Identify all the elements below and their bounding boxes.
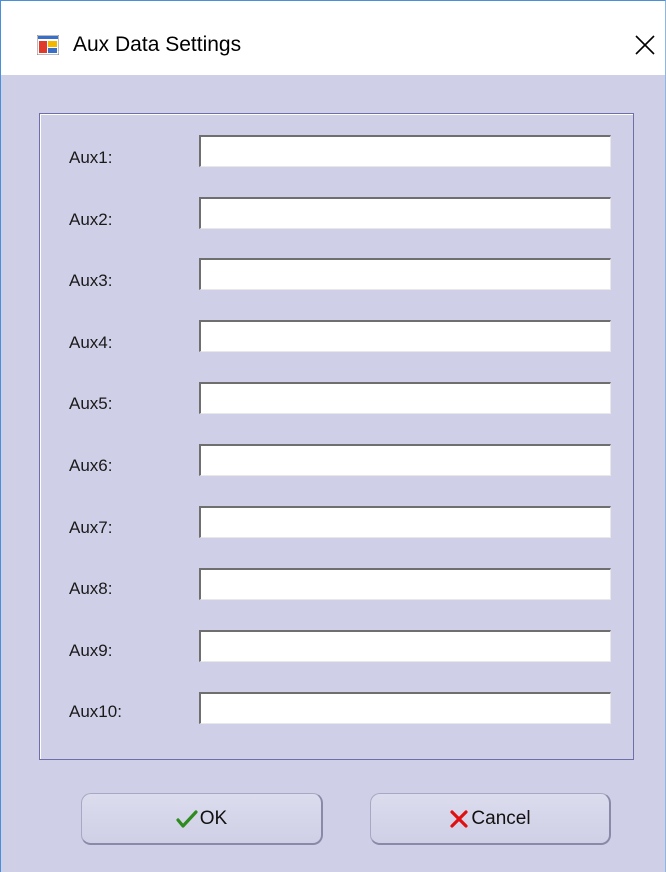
aux8-label: Aux8: (69, 579, 113, 598)
window-title: Aux Data Settings (73, 33, 242, 56)
aux5-field[interactable] (199, 382, 611, 414)
ok-button[interactable]: OK (81, 793, 323, 845)
aux10-field[interactable] (199, 692, 611, 724)
aux8-field[interactable] (199, 568, 611, 600)
aux10-label: Aux10: (69, 702, 122, 721)
aux2-label: Aux2: (69, 210, 113, 229)
cancel-button[interactable]: Cancel (370, 793, 611, 845)
title-bar[interactable]: Aux Data Settings (1, 1, 665, 75)
aux6-label: Aux6: (69, 456, 113, 475)
aux4-label: Aux4: (69, 333, 113, 352)
aux7-label: Aux7: (69, 518, 113, 537)
aux9-field[interactable] (199, 630, 611, 662)
checkmark-icon (176, 809, 198, 829)
aux6-field[interactable] (199, 444, 611, 476)
aux4-field[interactable] (199, 320, 611, 352)
aux9-label: Aux9: (69, 641, 113, 660)
aux3-field[interactable] (199, 258, 611, 290)
ok-button-label: OK (199, 807, 228, 829)
aux7-field[interactable] (199, 506, 611, 538)
aux-data-settings-dialog: Aux Data Settings Aux1: Aux2: Aux3: Aux4… (0, 0, 666, 872)
close-button[interactable] (625, 25, 665, 65)
aux3-label: Aux3: (69, 271, 113, 290)
aux1-field[interactable] (199, 135, 611, 167)
aux5-label: Aux5: (69, 394, 113, 413)
x-mark-icon (449, 809, 469, 829)
close-icon (635, 35, 655, 55)
cancel-button-label: Cancel (471, 807, 531, 829)
aux2-field[interactable] (199, 197, 611, 229)
app-window-icon (36, 34, 60, 56)
aux1-label: Aux1: (69, 148, 113, 167)
